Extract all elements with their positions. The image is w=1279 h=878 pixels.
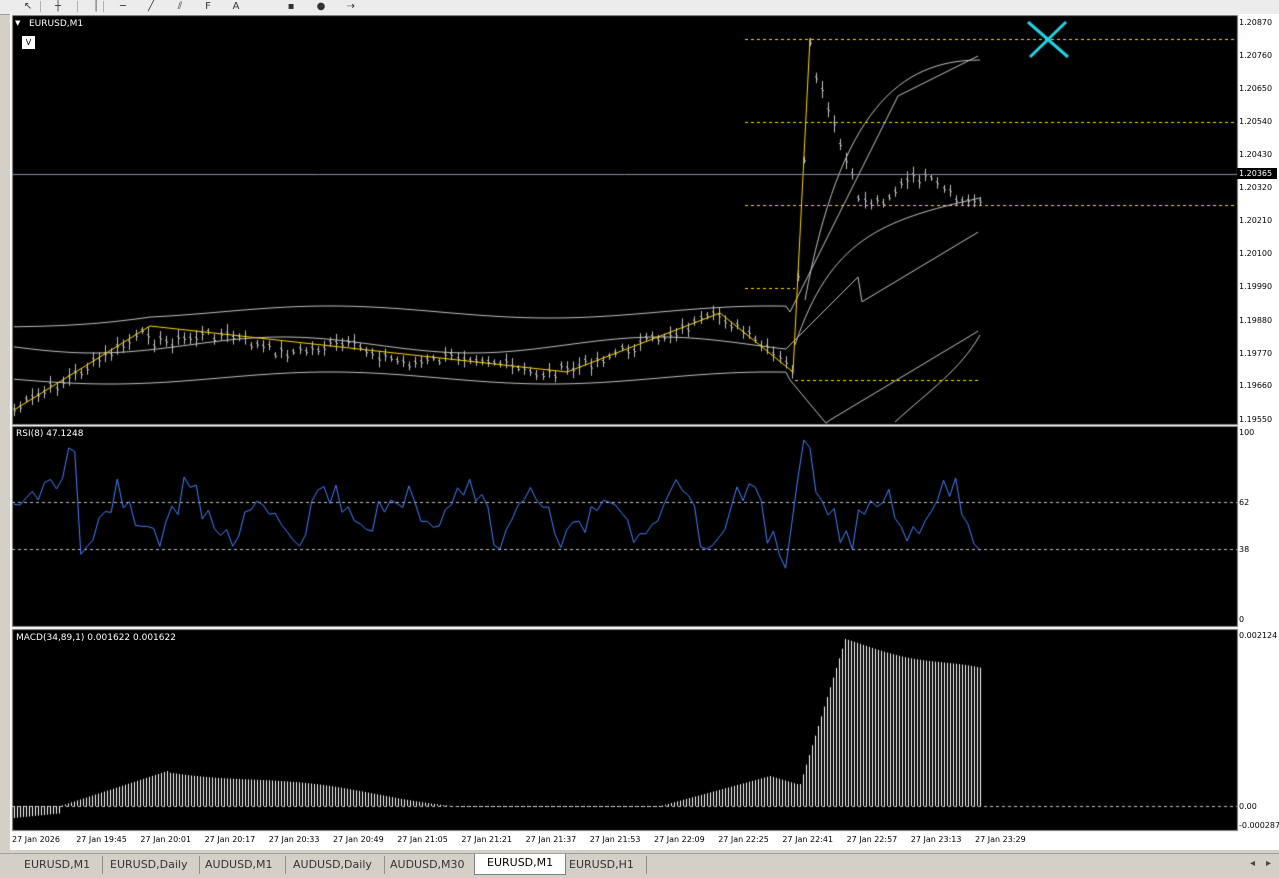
- drawing-toolbar: ↖ ┼ │ ─ ╱ ⫽ F A ▪ ● ⇢: [0, 0, 1279, 15]
- toolbar-separator: [77, 1, 78, 12]
- tab-scroll-left-icon[interactable]: ◂: [1250, 858, 1255, 869]
- time-tick-label: 27 Jan 22:09: [654, 835, 705, 844]
- time-tick-label: 27 Jan 22:25: [718, 835, 769, 844]
- rsi-tick-label: 38: [1239, 545, 1250, 554]
- price-tick-label: 1.20650: [1239, 84, 1273, 93]
- price-tick-label: 1.20760: [1239, 51, 1273, 60]
- tab-scroll-right-icon[interactable]: ▸: [1266, 858, 1271, 869]
- time-tick-label: 27 Jan 21:05: [397, 835, 448, 844]
- chart-tab-bar: EURUSD,M1 EURUSD,Daily AUDUSD,M1 AUDUSD,Dai…: [0, 853, 1279, 878]
- ellipse-icon[interactable]: ●: [313, 0, 329, 12]
- time-tick-label: 27 Jan 21:53: [589, 835, 641, 844]
- horizontal-line-icon[interactable]: ─: [115, 0, 131, 12]
- macd-tick-label: 0.002124: [1239, 631, 1278, 640]
- tab-eurusd-m1[interactable]: EURUSD,M1: [474, 854, 567, 875]
- price-tick-label: 1.20540: [1239, 117, 1273, 126]
- time-tick-label: 27 Jan 22:57: [846, 835, 898, 844]
- time-tick-label: 27 Jan 20:49: [333, 835, 384, 844]
- tab-audusd-m30[interactable]: AUDUSD,M30: [378, 856, 478, 874]
- chart-window[interactable]: [10, 14, 1279, 850]
- macd-tick-label: -0.000287: [1239, 821, 1279, 830]
- price-tick-label: 1.19550: [1239, 415, 1273, 424]
- time-tick-label: 27 Jan 23:13: [910, 835, 962, 844]
- arrows-icon[interactable]: ⇢: [343, 0, 359, 12]
- time-tick-label: 27 Jan 21:21: [461, 835, 513, 844]
- rsi-tick-label: 62: [1239, 498, 1250, 507]
- rsi-label: RSI(8) 47.1248: [16, 429, 84, 439]
- tab-audusd-daily[interactable]: AUDUSD,Daily: [281, 856, 385, 874]
- trendline-icon[interactable]: ╱: [143, 0, 159, 12]
- rsi-tick-label: 100: [1239, 428, 1255, 437]
- tab-eurusd-m1[interactable]: EURUSD,M1: [12, 856, 104, 874]
- price-tick-label: 1.20870: [1239, 18, 1273, 27]
- v-button[interactable]: V: [22, 36, 35, 49]
- text-icon[interactable]: A: [228, 0, 244, 12]
- tab-eurusd-daily[interactable]: EURUSD,Daily: [98, 856, 201, 874]
- time-tick-label: 27 Jan 2026: [12, 835, 60, 844]
- tab-audusd-m1[interactable]: AUDUSD,M1: [193, 856, 286, 874]
- price-tick-label: 1.20320: [1239, 183, 1273, 192]
- cursor-icon[interactable]: ↖: [20, 0, 36, 12]
- rsi-tick-label: 0: [1239, 615, 1245, 624]
- price-tick-label: 1.20430: [1239, 150, 1273, 159]
- time-tick-label: 27 Jan 19:45: [76, 835, 127, 844]
- time-tick-label: 27 Jan 20:01: [140, 835, 192, 844]
- price-tick-label: 1.19660: [1239, 381, 1273, 390]
- rectangle-icon[interactable]: ▪: [283, 0, 299, 12]
- toolbar-separator: [103, 1, 104, 12]
- crosshair-icon[interactable]: ┼: [50, 0, 66, 12]
- current-price-label: 1.20365: [1237, 168, 1277, 179]
- time-tick-label: 27 Jan 20:17: [204, 835, 256, 844]
- price-chart-canvas[interactable]: [10, 14, 1279, 850]
- equidistant-channel-icon[interactable]: ⫽: [172, 0, 188, 12]
- time-tick-label: 27 Jan 21:37: [525, 835, 577, 844]
- toolbar-separator: [40, 1, 41, 12]
- tab-eurusd-h1[interactable]: EURUSD,H1: [557, 856, 647, 874]
- vertical-line-icon[interactable]: │: [88, 0, 104, 12]
- symbol-label: EURUSD,M1: [29, 19, 84, 29]
- price-tick-label: 1.20210: [1239, 216, 1273, 225]
- time-tick-label: 27 Jan 23:29: [975, 835, 1026, 844]
- price-tick-label: 1.19990: [1239, 282, 1273, 291]
- time-tick-label: 27 Jan 20:33: [268, 835, 320, 844]
- time-tick-label: 27 Jan 22:41: [782, 835, 834, 844]
- price-tick-label: 1.20100: [1239, 249, 1273, 258]
- price-tick-label: 1.19770: [1239, 349, 1273, 358]
- fibonacci-icon[interactable]: F: [200, 0, 216, 12]
- macd-tick-label: 0.00: [1239, 802, 1257, 811]
- macd-label: MACD(34,89,1) 0.001622 0.001622: [16, 633, 176, 643]
- chart-menu-arrow-icon[interactable]: ▼: [15, 19, 20, 27]
- price-tick-label: 1.19880: [1239, 316, 1273, 325]
